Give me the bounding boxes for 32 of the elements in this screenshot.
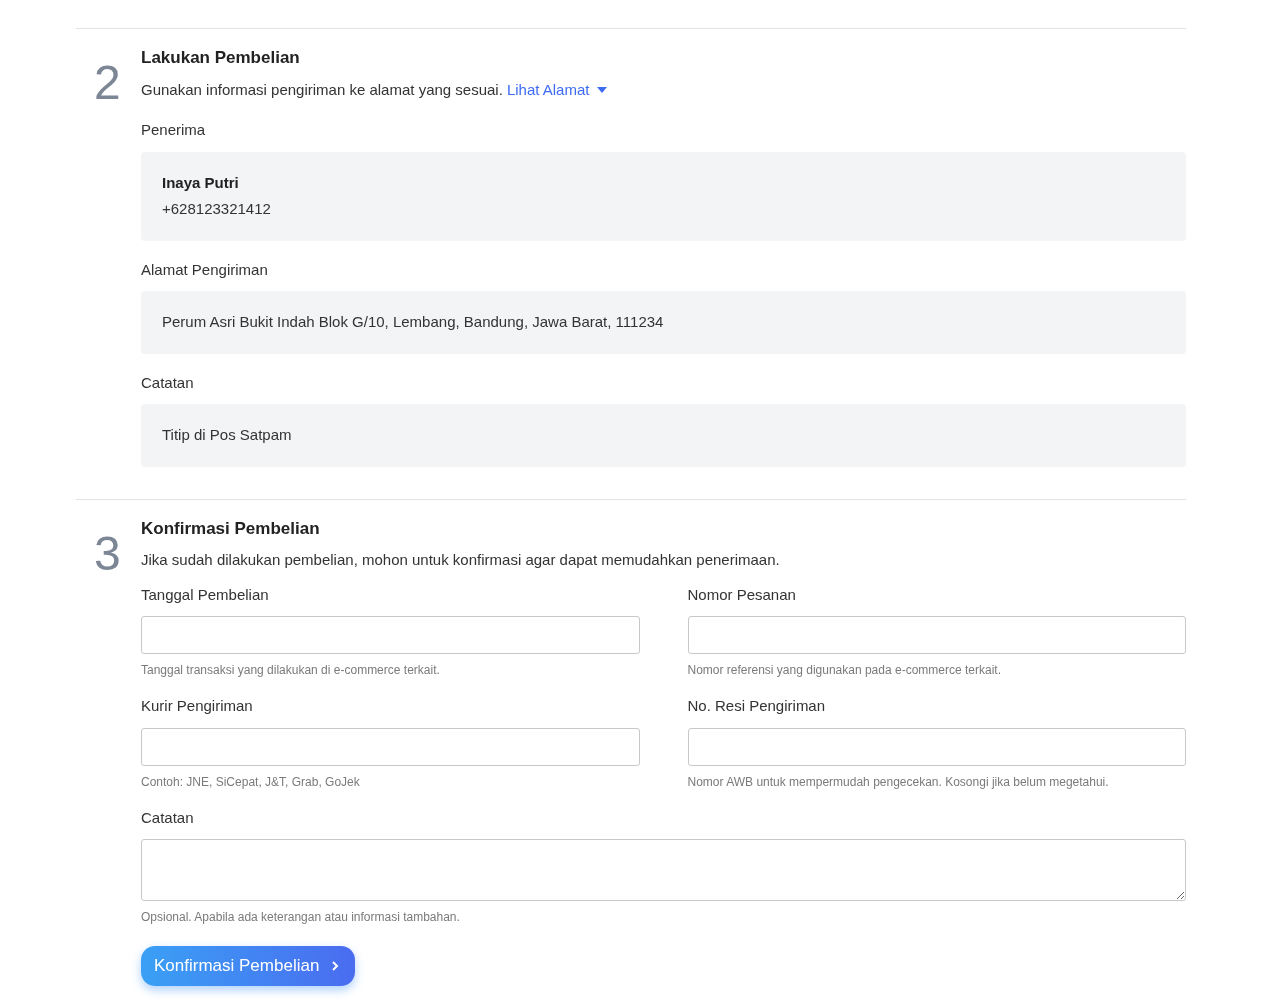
info-text: Titip di Pos Satpam (162, 425, 293, 445)
section-description: Jika sudah dilakukan pembelian, mohon untuk konfirmasi agar dapat memudahkan penerimaan. (141, 550, 780, 570)
field-label: Catatan (141, 807, 195, 828)
field-label: Tanggal Pembelian (141, 584, 270, 605)
input-field[interactable] (141, 727, 640, 766)
info-text: Perum Asri Bukit Indah Blok G/10, Lembang, Bandung, Jawa Barat, 111234 (162, 312, 665, 332)
help-text: Tanggal transaksi yang dilakukan di e-commerce terkait. (141, 662, 441, 679)
field-label: Catatan (141, 372, 195, 393)
field-label: Nomor Pesanan (687, 584, 797, 605)
section-title: Lakukan Pembelian (141, 47, 301, 69)
help-text: Opsional. Apabila ada keterangan atau informasi tambahan. (141, 909, 461, 926)
step-number: 3 (94, 526, 121, 580)
chevron-right-icon (331, 960, 340, 971)
input-field[interactable] (687, 616, 1186, 654)
confirm-button[interactable]: Konfirmasi Pembelian (141, 946, 356, 986)
info-text: +628123321412 (162, 199, 272, 219)
field-label: Kurir Pengiriman (141, 696, 254, 716)
help-text: Nomor referensi yang digunakan pada e-commerce terkait. (687, 662, 1002, 679)
input-field[interactable] (141, 616, 640, 654)
view-address-link[interactable]: Lihat Alamat (506, 78, 590, 101)
field-label: Penerima (141, 120, 207, 140)
help-text: Contoh: JNE, SiCepat, J&T, Grab, GoJek (141, 773, 361, 791)
step-number: 2 (94, 56, 121, 109)
section-description: Gunakan informasi pengiriman ke alamat yang sesuai. (141, 79, 503, 100)
caret-icon[interactable] (597, 86, 608, 93)
field-label: No. Resi Pengiriman (687, 696, 827, 716)
help-text: Nomor AWB untuk mempermudah pengecekan. Kosongi jika belum megetahui. (687, 773, 1110, 791)
info-text: Inaya Putri (162, 172, 240, 193)
text-area[interactable] (141, 839, 1186, 901)
field-label: Alamat Pengiriman (141, 259, 269, 280)
input-field[interactable] (687, 727, 1186, 766)
section-title: Konfirmasi Pembelian (141, 517, 321, 540)
